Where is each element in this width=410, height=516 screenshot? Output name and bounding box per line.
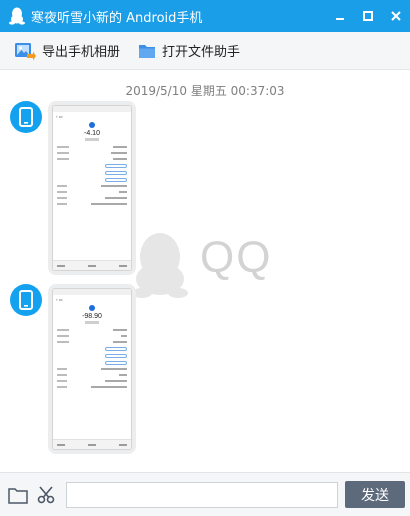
minimize-icon[interactable] bbox=[326, 0, 354, 32]
screenshot-image[interactable]: ‹ ▭ -98.90 bbox=[52, 288, 132, 450]
qq-penguin-watermark-icon bbox=[132, 233, 188, 298]
close-icon[interactable] bbox=[382, 0, 410, 32]
photo-export-icon bbox=[15, 42, 36, 60]
message-bubble[interactable]: ‹ ▭ -98.90 bbox=[48, 284, 136, 454]
message-timestamp: 2019/5/10 星期五 00:37:03 bbox=[125, 84, 285, 98]
open-file-helper-button[interactable]: 打开文件助手 bbox=[138, 41, 240, 60]
open-file-helper-label: 打开文件助手 bbox=[162, 45, 241, 60]
message-input[interactable] bbox=[66, 482, 338, 508]
phone-icon bbox=[19, 107, 33, 127]
scissors-icon[interactable] bbox=[36, 485, 56, 505]
qq-watermark-text: QQ bbox=[200, 233, 273, 282]
window-title: 寒夜听雪小新的 Android手机 bbox=[31, 10, 203, 26]
avatar[interactable] bbox=[10, 101, 42, 133]
avatar[interactable] bbox=[10, 284, 42, 316]
screenshot-amount: -98.90 bbox=[82, 313, 102, 320]
maximize-icon[interactable] bbox=[354, 0, 382, 32]
folder-icon[interactable] bbox=[8, 485, 28, 505]
send-button[interactable]: 发送 bbox=[345, 481, 405, 508]
screenshot-amount: -4.10 bbox=[84, 130, 100, 137]
toolbar: 导出手机相册 打开文件助手 bbox=[0, 32, 410, 70]
screenshot-image[interactable]: ‹ ▭ -4.10 bbox=[52, 105, 132, 271]
export-album-button[interactable]: 导出手机相册 bbox=[14, 41, 120, 61]
phone-icon bbox=[19, 290, 33, 310]
message-bubble[interactable]: ‹ ▭ -4.10 bbox=[48, 101, 136, 275]
qq-logo-icon bbox=[9, 7, 25, 25]
export-album-label: 导出手机相册 bbox=[42, 45, 121, 60]
input-bar: 发送 bbox=[0, 472, 410, 516]
title-bar: 寒夜听雪小新的 Android手机 bbox=[0, 0, 410, 32]
qq-watermark: QQ bbox=[128, 229, 288, 299]
folder-icon bbox=[139, 44, 156, 58]
chat-area[interactable]: 2019/5/10 星期五 00:37:03 QQ ‹ ▭ -4.10 ‹ ▭ … bbox=[0, 71, 410, 472]
